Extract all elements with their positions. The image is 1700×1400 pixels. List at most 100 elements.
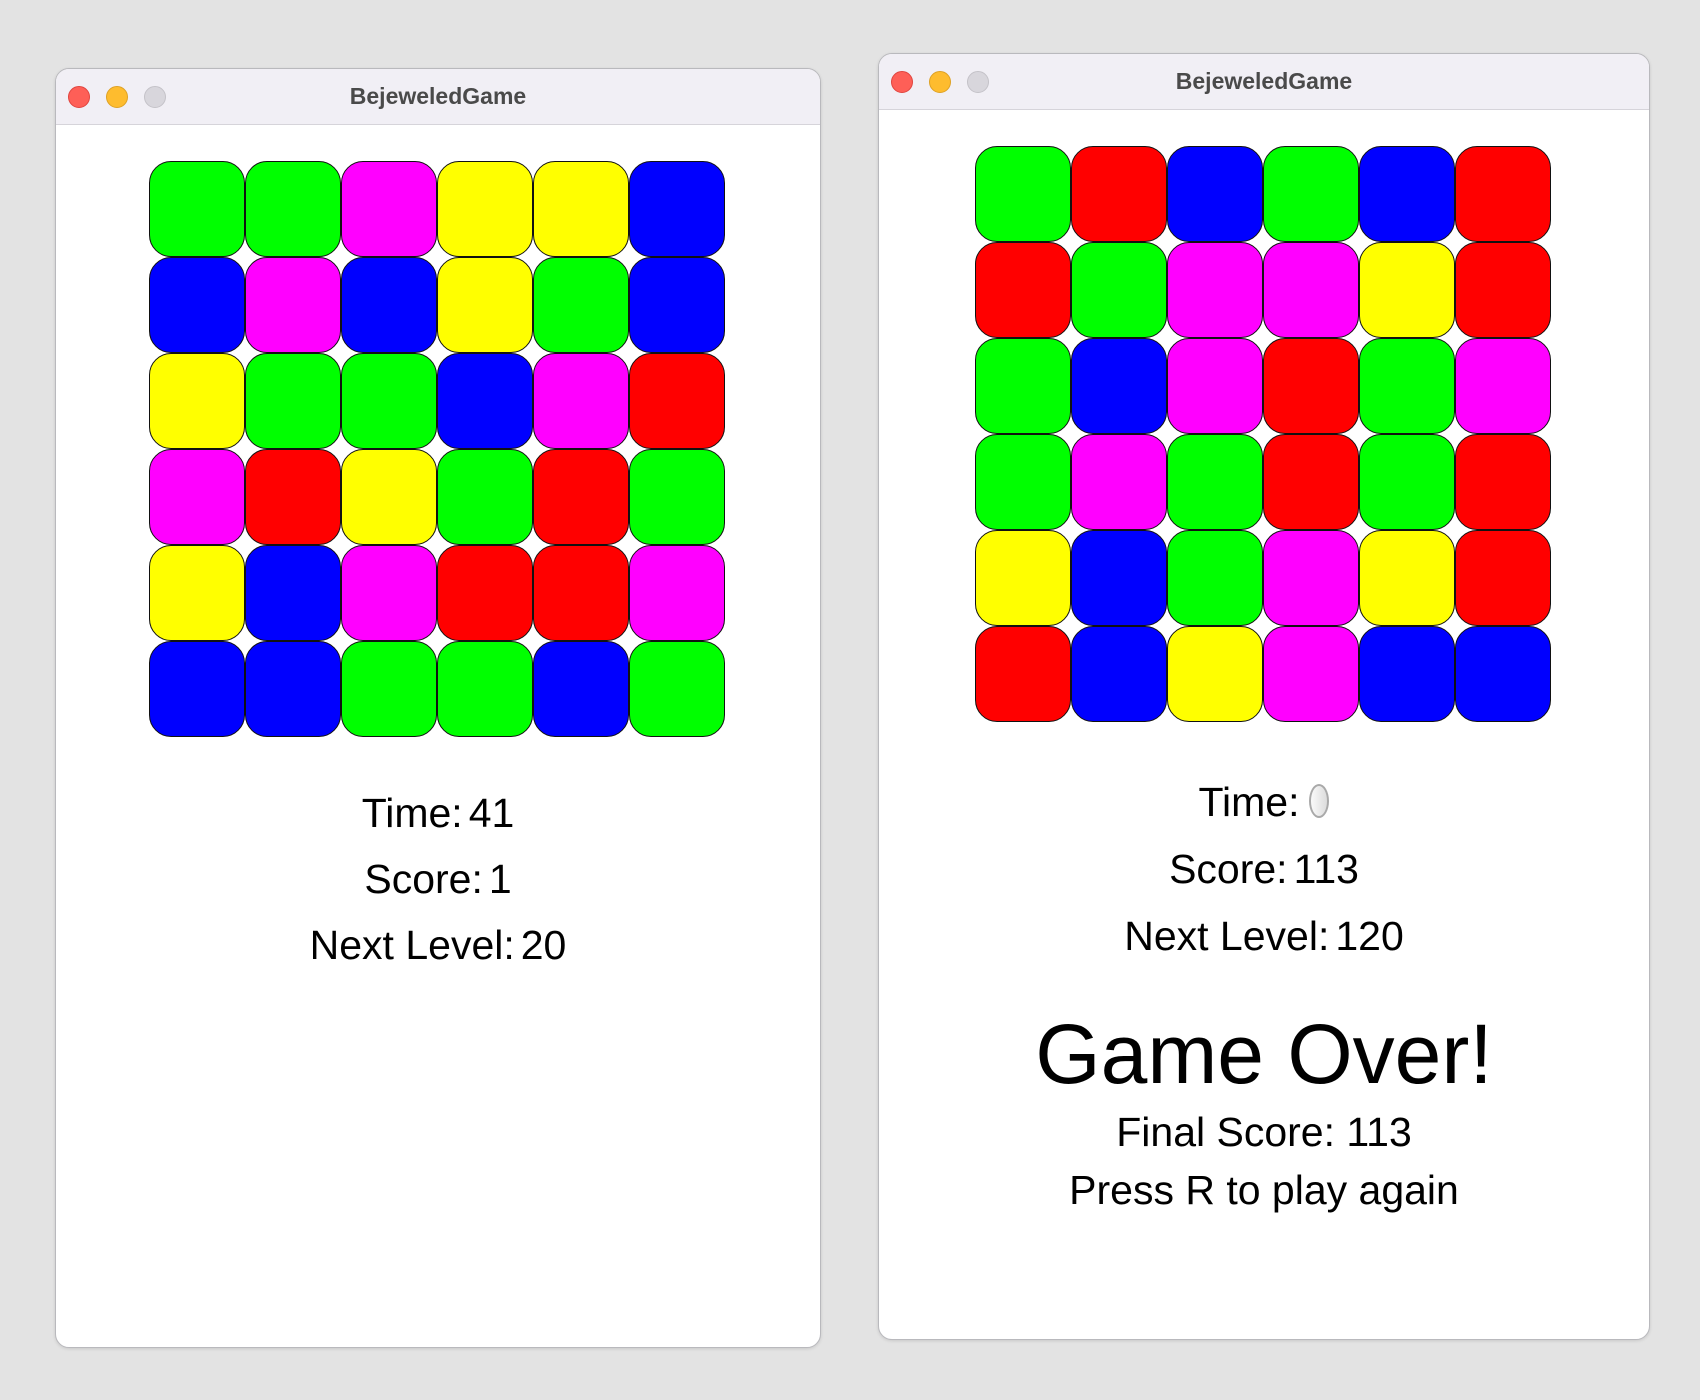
time-readout: Time: 41 [56,793,820,834]
gem-red[interactable] [245,449,341,545]
gem-green[interactable] [341,353,437,449]
gem-green[interactable] [1359,338,1455,434]
next-level-readout: Next Level: 20 [56,925,820,966]
gem-blue[interactable] [149,641,245,737]
gem-magenta[interactable] [629,545,725,641]
gem-magenta[interactable] [1455,338,1551,434]
gem-yellow[interactable] [437,257,533,353]
gem-blue[interactable] [245,641,341,737]
gem-green[interactable] [437,641,533,737]
time-value: 41 [468,790,515,836]
gem-blue[interactable] [533,641,629,737]
gem-green[interactable] [1167,434,1263,530]
gem-green[interactable] [629,641,725,737]
gem-magenta[interactable] [1263,530,1359,626]
gem-green[interactable] [975,146,1071,242]
gem-blue[interactable] [245,545,341,641]
gem-blue[interactable] [1071,626,1167,722]
time-label: Time: [361,790,463,836]
gem-yellow[interactable] [533,161,629,257]
gem-green[interactable] [533,257,629,353]
gem-magenta[interactable] [1263,626,1359,722]
gem-yellow[interactable] [1359,242,1455,338]
title-bar: BejeweledGame [56,69,820,125]
next-level-label: Next Level: [309,922,515,968]
score-label: Score: [1169,846,1288,892]
gem-red[interactable] [1263,434,1359,530]
time-label: Time: [1198,779,1300,825]
gem-red[interactable] [975,626,1071,722]
gem-blue[interactable] [1455,626,1551,722]
gem-red[interactable] [1071,146,1167,242]
gem-yellow[interactable] [1359,530,1455,626]
gem-red[interactable] [533,449,629,545]
gem-green[interactable] [437,449,533,545]
gem-red[interactable] [533,545,629,641]
gem-board[interactable] [975,146,1551,722]
gem-green[interactable] [149,161,245,257]
gem-green[interactable] [1263,146,1359,242]
score-value: 1 [488,856,512,902]
gem-yellow[interactable] [975,530,1071,626]
gem-magenta[interactable] [533,353,629,449]
gem-yellow[interactable] [437,161,533,257]
gem-red[interactable] [629,353,725,449]
gem-blue[interactable] [1167,146,1263,242]
spinner-icon [1309,784,1330,818]
gem-red[interactable] [1455,530,1551,626]
final-score-text: Final Score: 113 [1116,1109,1412,1155]
gem-green[interactable] [1359,434,1455,530]
gem-green[interactable] [245,353,341,449]
next-level-readout: Next Level: 120 [879,916,1649,957]
gem-blue[interactable] [629,257,725,353]
window-title: BejeweledGame [1175,68,1353,94]
gem-blue[interactable] [437,353,533,449]
gem-blue[interactable] [1359,626,1455,722]
gem-board[interactable] [149,161,725,737]
gem-green[interactable] [245,161,341,257]
gem-magenta[interactable] [1071,434,1167,530]
gem-magenta[interactable] [1167,338,1263,434]
gem-green[interactable] [1071,242,1167,338]
gem-blue[interactable] [1359,146,1455,242]
game-over-heading: Game Over! [1035,1007,1493,1101]
gem-yellow[interactable] [149,545,245,641]
gem-green[interactable] [975,338,1071,434]
gem-red[interactable] [437,545,533,641]
game-window-right: BejeweledGame Time: Score: 113 Next Level… [878,53,1650,1340]
gem-magenta[interactable] [149,449,245,545]
gem-yellow[interactable] [149,353,245,449]
gem-blue[interactable] [149,257,245,353]
gem-red[interactable] [975,242,1071,338]
gem-yellow[interactable] [341,449,437,545]
gem-blue[interactable] [629,161,725,257]
gem-magenta[interactable] [1263,242,1359,338]
gem-green[interactable] [1167,530,1263,626]
title-bar: BejeweledGame [879,54,1649,110]
next-level-value: 120 [1335,913,1404,959]
gem-magenta[interactable] [341,161,437,257]
gem-magenta[interactable] [245,257,341,353]
score-readout: Score: 113 [879,849,1649,890]
gem-red[interactable] [1455,146,1551,242]
gem-blue[interactable] [1071,338,1167,434]
gem-magenta[interactable] [1167,242,1263,338]
gem-red[interactable] [1455,434,1551,530]
window-title: BejeweledGame [349,83,527,109]
next-level-label: Next Level: [1124,913,1330,959]
score-readout: Score: 1 [56,859,820,900]
gem-red[interactable] [1455,242,1551,338]
next-level-value: 20 [520,922,567,968]
gem-green[interactable] [341,641,437,737]
gem-magenta[interactable] [341,545,437,641]
gem-blue[interactable] [341,257,437,353]
restart-hint-text: Press R to play again [1069,1167,1459,1213]
gem-yellow[interactable] [1167,626,1263,722]
game-window-left: BejeweledGame Time: 41 Score: 1 Next Level… [55,68,821,1348]
gem-green[interactable] [629,449,725,545]
gem-green[interactable] [975,434,1071,530]
score-value: 113 [1293,846,1359,892]
time-readout: Time: [879,782,1649,823]
gem-blue[interactable] [1071,530,1167,626]
gem-red[interactable] [1263,338,1359,434]
